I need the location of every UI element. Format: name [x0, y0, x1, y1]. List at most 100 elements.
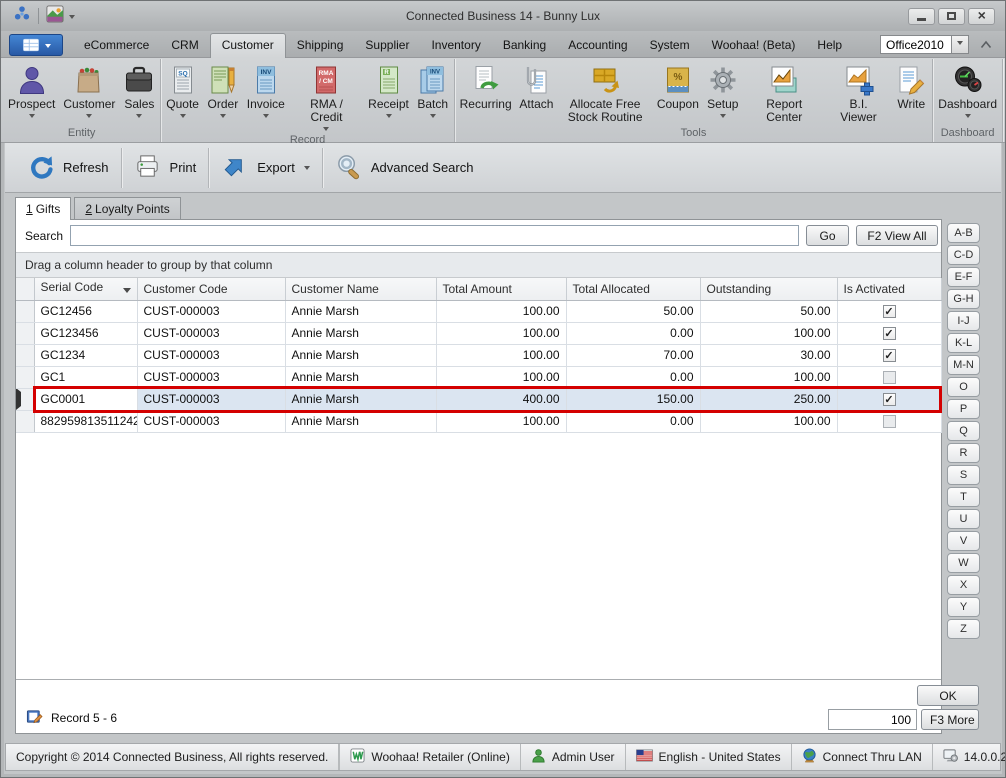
ribbon-button-b-i-viewer[interactable]: B.I. Viewer: [826, 59, 892, 124]
retailer-status[interactable]: Woohaa! Retailer (Online): [339, 744, 520, 770]
cell-outstanding[interactable]: 30.00: [700, 344, 837, 366]
tab-gifts[interactable]: 1Gifts: [15, 197, 71, 220]
alphabet-button-c-d[interactable]: C-D: [947, 245, 980, 265]
cell-total-amount[interactable]: 100.00: [436, 344, 566, 366]
row-indicator-cell[interactable]: [16, 344, 34, 366]
menu-tab-system[interactable]: System: [639, 34, 701, 57]
alphabet-button-z[interactable]: Z: [947, 619, 980, 639]
tab-loyalty-points[interactable]: 2Loyalty Points: [74, 197, 180, 219]
page-size-input[interactable]: [828, 709, 917, 730]
checked-checkbox-icon[interactable]: [883, 305, 896, 318]
cell-total-amount[interactable]: 100.00: [436, 322, 566, 344]
cell-total-allocated[interactable]: 50.00: [566, 300, 700, 322]
table-row[interactable]: GC12456CUST-000003Annie Marsh100.0050.00…: [16, 300, 941, 322]
cell-outstanding[interactable]: 100.00: [700, 322, 837, 344]
application-menu-button[interactable]: [9, 34, 63, 56]
alphabet-button-q[interactable]: Q: [947, 421, 980, 441]
menu-tab-customer[interactable]: Customer: [210, 33, 286, 58]
alphabet-button-m-n[interactable]: M-N: [947, 355, 980, 375]
ribbon-button-invoice[interactable]: INVInvoice: [243, 59, 289, 121]
cell-total-allocated[interactable]: 0.00: [566, 366, 700, 388]
column-header-customer-name[interactable]: Customer Name: [285, 278, 436, 300]
menu-tab-supplier[interactable]: Supplier: [354, 34, 420, 57]
alphabet-button-e-f[interactable]: E-F: [947, 267, 980, 287]
cell-total-allocated[interactable]: 150.00: [566, 388, 700, 410]
cell-total-amount[interactable]: 100.00: [436, 300, 566, 322]
unchecked-checkbox-icon[interactable]: [883, 415, 896, 428]
cell-is-activated[interactable]: [837, 410, 941, 432]
search-input[interactable]: [70, 225, 799, 246]
row-indicator-cell[interactable]: [16, 322, 34, 344]
cell-customer-name[interactable]: Annie Marsh: [285, 300, 436, 322]
cell-total-amount[interactable]: 100.00: [436, 366, 566, 388]
cell-customer-name[interactable]: Annie Marsh: [285, 366, 436, 388]
cell-serial-code[interactable]: GC1: [34, 366, 137, 388]
theme-selector[interactable]: Office2010: [880, 35, 969, 54]
alphabet-button-k-l[interactable]: K-L: [947, 333, 980, 353]
alphabet-button-t[interactable]: T: [947, 487, 980, 507]
menu-tab-woohaa-beta[interactable]: Woohaa! (Beta): [701, 34, 807, 57]
go-button[interactable]: Go: [806, 225, 849, 246]
row-indicator-cell[interactable]: [16, 388, 34, 410]
ribbon-button-recurring[interactable]: Recurring: [456, 59, 516, 111]
ribbon-button-write[interactable]: Write: [891, 59, 931, 111]
alphabet-button-p[interactable]: P: [947, 399, 980, 419]
menu-tab-crm[interactable]: CRM: [160, 34, 209, 57]
checked-checkbox-icon[interactable]: [883, 327, 896, 340]
cell-customer-name[interactable]: Annie Marsh: [285, 322, 436, 344]
cell-serial-code[interactable]: GC1234: [34, 344, 137, 366]
restore-button[interactable]: [938, 8, 965, 25]
group-by-bar[interactable]: Drag a column header to group by that co…: [16, 252, 941, 278]
alphabet-button-g-h[interactable]: G-H: [947, 289, 980, 309]
cell-serial-code[interactable]: GC123456: [34, 322, 137, 344]
row-indicator-cell[interactable]: [16, 300, 34, 322]
cell-is-activated[interactable]: [837, 322, 941, 344]
more-button[interactable]: F3 More: [921, 709, 979, 730]
advanced-search-button[interactable]: Advanced Search: [325, 150, 484, 186]
menu-tab-shipping[interactable]: Shipping: [286, 34, 355, 57]
table-row[interactable]: GC1234CUST-000003Annie Marsh100.0070.003…: [16, 344, 941, 366]
cell-customer-name[interactable]: Annie Marsh: [285, 410, 436, 432]
menu-tab-accounting[interactable]: Accounting: [557, 34, 638, 57]
alphabet-button-w[interactable]: W: [947, 553, 980, 573]
cell-is-activated[interactable]: [837, 344, 941, 366]
cell-is-activated[interactable]: [837, 300, 941, 322]
menu-tab-banking[interactable]: Banking: [492, 34, 557, 57]
ribbon-button-quote[interactable]: SQQuote: [162, 59, 203, 121]
close-button[interactable]: [968, 8, 995, 25]
ok-button[interactable]: OK: [917, 685, 979, 706]
column-header-total-amount[interactable]: Total Amount: [436, 278, 566, 300]
column-header-serial-code[interactable]: Serial Code: [34, 278, 137, 300]
cell-total-allocated[interactable]: 70.00: [566, 344, 700, 366]
menu-tab-inventory[interactable]: Inventory: [420, 34, 491, 57]
cell-serial-code[interactable]: 8829598135112426: [34, 410, 137, 432]
table-row[interactable]: 8829598135112426CUST-000003Annie Marsh10…: [16, 410, 941, 432]
alphabet-button-y[interactable]: Y: [947, 597, 980, 617]
alphabet-button-r[interactable]: R: [947, 443, 980, 463]
ribbon-button-sales[interactable]: Sales: [119, 59, 159, 121]
screenshot-tool-icon[interactable]: [46, 5, 64, 28]
ribbon-button-report-center[interactable]: Report Center: [743, 59, 826, 124]
cell-outstanding[interactable]: 100.00: [700, 410, 837, 432]
minimize-button[interactable]: [908, 8, 935, 25]
ribbon-button-dashboard[interactable]: Dashboard: [934, 59, 1001, 121]
unchecked-checkbox-icon[interactable]: [883, 371, 896, 384]
checked-checkbox-icon[interactable]: [883, 393, 896, 406]
cell-serial-code[interactable]: GC12456: [34, 300, 137, 322]
alphabet-button-a-b[interactable]: A-B: [947, 223, 980, 243]
ribbon-button-batch[interactable]: INVBatch: [413, 59, 453, 121]
cell-customer-code[interactable]: CUST-000003: [137, 344, 285, 366]
cell-customer-code[interactable]: CUST-000003: [137, 366, 285, 388]
filter-dropdown-icon[interactable]: [123, 288, 131, 297]
ribbon-button-customer[interactable]: Customer: [59, 59, 119, 121]
theme-dropdown-button[interactable]: [952, 35, 969, 54]
collapse-ribbon-button[interactable]: [975, 35, 997, 54]
ribbon-button-prospect[interactable]: Prospect: [4, 59, 59, 121]
alphabet-button-x[interactable]: X: [947, 575, 980, 595]
cell-customer-code[interactable]: CUST-000003: [137, 388, 285, 410]
cell-is-activated[interactable]: [837, 388, 941, 410]
cell-serial-code[interactable]: GC0001: [34, 388, 137, 410]
quick-access-dropdown-icon[interactable]: [69, 15, 75, 22]
menu-tab-ecommerce[interactable]: eCommerce: [73, 34, 160, 57]
cell-total-amount[interactable]: 100.00: [436, 410, 566, 432]
